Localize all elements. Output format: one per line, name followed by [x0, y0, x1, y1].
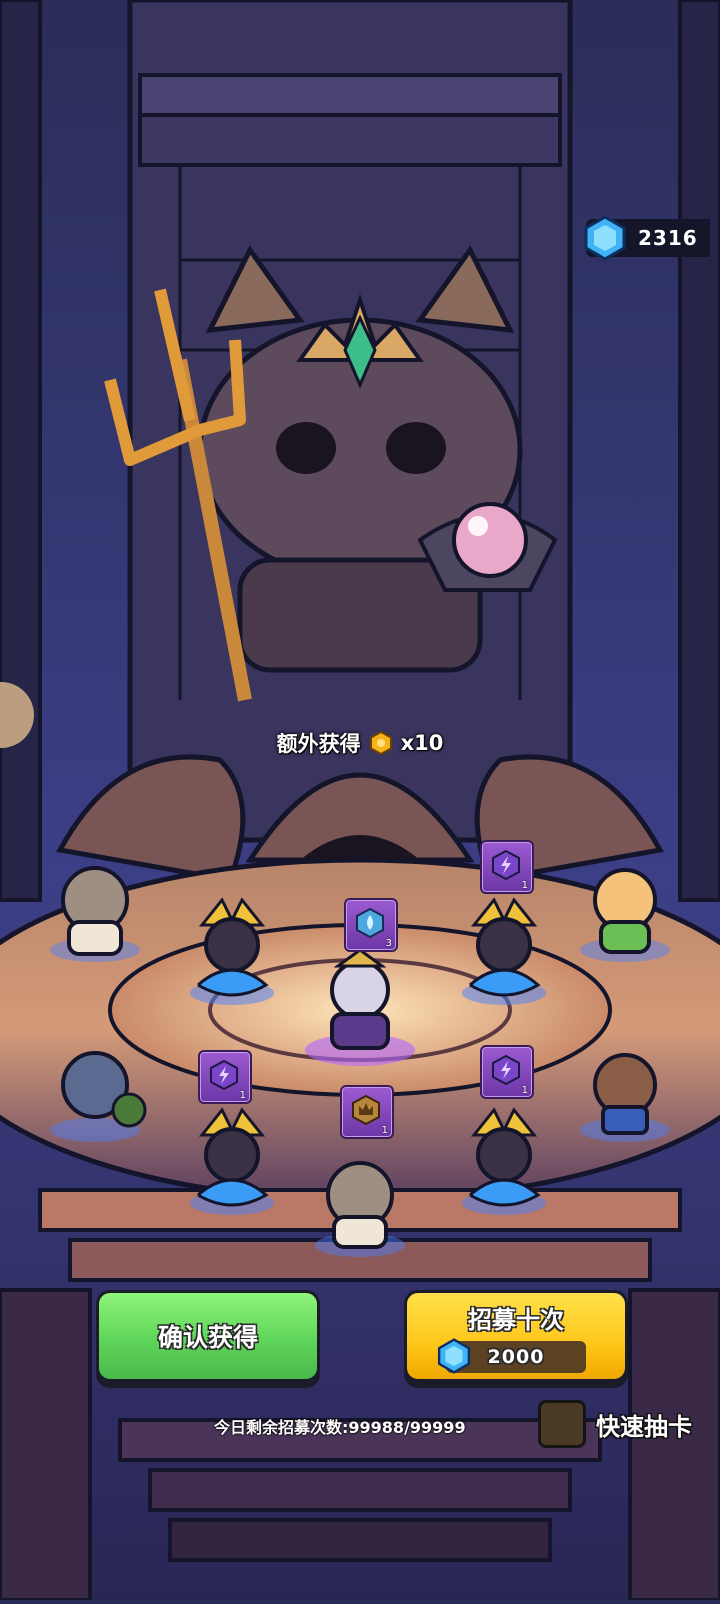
gem-amount: 2316: [638, 226, 698, 250]
quick-draw-label: 快速抽卡: [596, 1412, 692, 1441]
item-count: 1: [521, 880, 528, 891]
item-card-lightning: 1: [480, 840, 534, 894]
quick-draw-toggle[interactable]: 快速抽卡: [538, 1400, 692, 1448]
confirm-button[interactable]: 确认获得: [96, 1290, 320, 1382]
recruit-cost: 2000: [437, 1337, 586, 1374]
recruit-ten-button[interactable]: 招募十次 2000: [404, 1290, 628, 1382]
recruit-button-label: 招募十次: [468, 1305, 564, 1334]
bonus-quantity: x10: [400, 731, 444, 755]
bonus-label: 额外获得: [276, 732, 361, 756]
item-count: 1: [381, 1125, 388, 1136]
water-drop-icon: [356, 908, 384, 938]
recruit-cost-amount: 2000: [487, 1345, 545, 1368]
item-count: 1: [521, 1085, 528, 1096]
lightning-icon: [492, 1055, 520, 1085]
item-count: 3: [385, 938, 392, 949]
item-card-lightning: 1: [198, 1050, 252, 1104]
quick-draw-checkbox[interactable]: [538, 1400, 586, 1448]
crown-icon: [352, 1095, 380, 1125]
gold-coin-icon: [369, 731, 392, 755]
blue-gem-icon: [437, 1337, 471, 1374]
item-count: 1: [239, 1090, 246, 1101]
item-card-crown: 1: [340, 1085, 394, 1139]
item-card-lightning: 1: [480, 1045, 534, 1099]
blue-gem-icon: [584, 215, 626, 261]
daily-remaining-count: 今日剩余招募次数:99988/99999: [214, 1418, 466, 1437]
gem-balance: 2316: [584, 215, 710, 261]
confirm-button-label: 确认获得: [157, 1323, 258, 1352]
lightning-icon: [210, 1060, 238, 1090]
bonus-reward: 额外获得 x10: [0, 728, 720, 758]
item-card-water-drop: 3: [344, 898, 398, 952]
lightning-icon: [492, 850, 520, 880]
